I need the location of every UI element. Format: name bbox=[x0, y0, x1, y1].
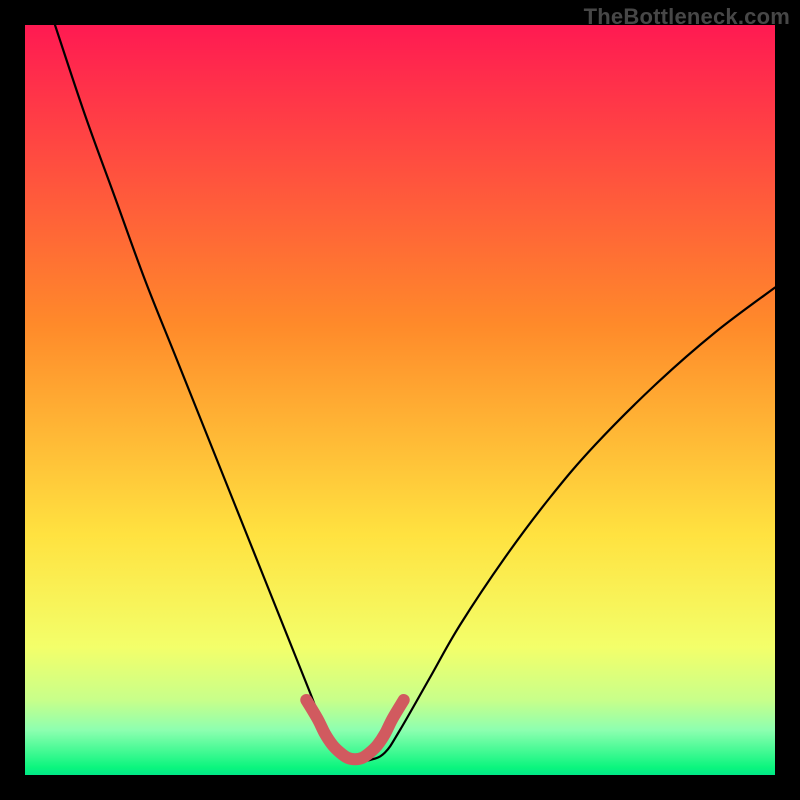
chart-svg bbox=[25, 25, 775, 775]
watermark-text: TheBottleneck.com bbox=[584, 4, 790, 30]
gradient-background bbox=[25, 25, 775, 775]
plot-area bbox=[25, 25, 775, 775]
chart-frame: TheBottleneck.com bbox=[0, 0, 800, 800]
